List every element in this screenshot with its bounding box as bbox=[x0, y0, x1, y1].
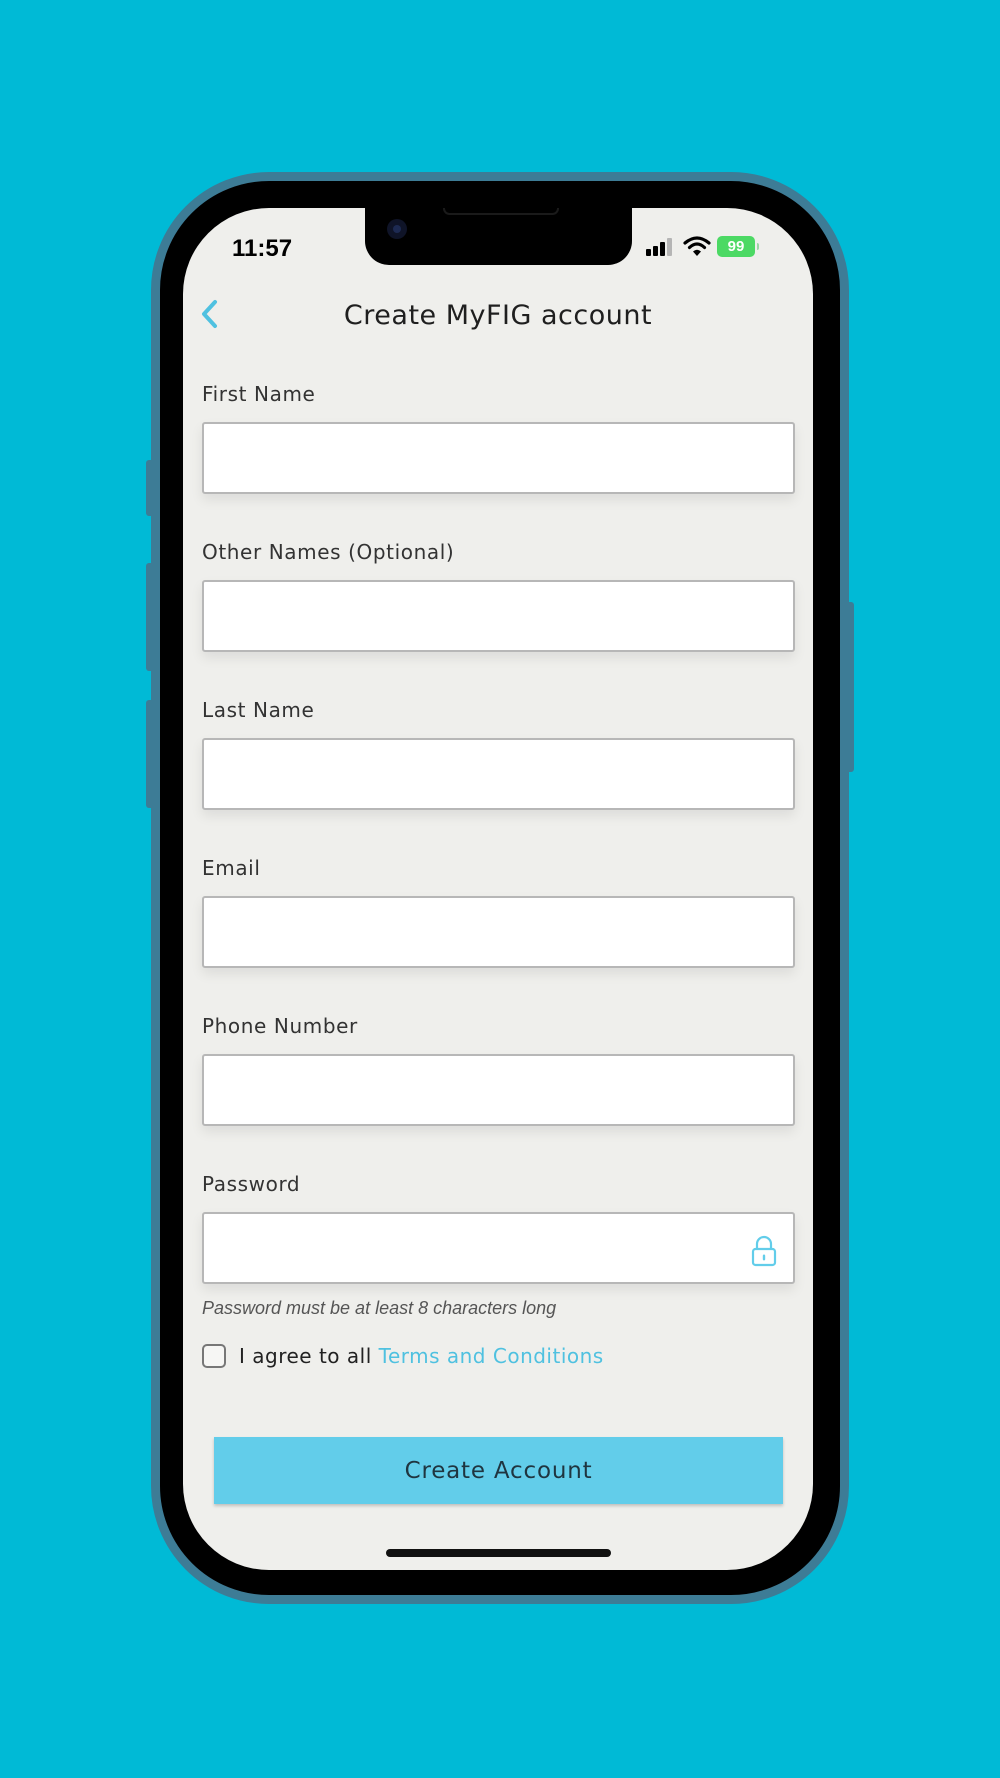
other-names-label: Other Names (Optional) bbox=[202, 540, 455, 564]
first-name-field[interactable] bbox=[202, 422, 795, 494]
phone-number-input[interactable] bbox=[204, 1056, 793, 1124]
home-indicator[interactable] bbox=[386, 1549, 611, 1557]
password-field[interactable] bbox=[202, 1212, 795, 1284]
agree-text: I agree to all Terms and Conditions bbox=[239, 1344, 604, 1368]
status-time: 11:57 bbox=[232, 235, 293, 262]
camera bbox=[387, 219, 407, 239]
terms-link[interactable]: Terms and Conditions bbox=[379, 1344, 604, 1368]
notch bbox=[365, 208, 632, 265]
last-name-input[interactable] bbox=[204, 740, 793, 808]
speaker bbox=[443, 208, 559, 215]
email-field[interactable] bbox=[202, 896, 795, 968]
battery-icon: 99 bbox=[717, 236, 759, 257]
email-label: Email bbox=[202, 856, 261, 880]
email-input[interactable] bbox=[204, 898, 793, 966]
phone-number-label: Phone Number bbox=[202, 1014, 358, 1038]
agree-prefix: I agree to all bbox=[239, 1344, 379, 1368]
other-names-field[interactable] bbox=[202, 580, 795, 652]
phone-number-field[interactable] bbox=[202, 1054, 795, 1126]
password-label: Password bbox=[202, 1172, 301, 1196]
signal-icon bbox=[646, 238, 676, 256]
other-names-input[interactable] bbox=[204, 582, 793, 650]
phone-screen: 11:57 99 Create MyFIG account First Name… bbox=[183, 208, 813, 1570]
first-name-input[interactable] bbox=[204, 424, 793, 492]
last-name-field[interactable] bbox=[202, 738, 795, 810]
create-account-button[interactable]: Create Account bbox=[214, 1437, 783, 1504]
first-name-label: First Name bbox=[202, 382, 316, 406]
page-title: Create MyFIG account bbox=[343, 300, 653, 331]
lock-icon[interactable] bbox=[751, 1235, 777, 1267]
wifi-icon bbox=[683, 236, 711, 256]
password-input[interactable] bbox=[204, 1214, 793, 1282]
terms-checkbox[interactable] bbox=[202, 1344, 226, 1368]
last-name-label: Last Name bbox=[202, 698, 315, 722]
password-hint: Password must be at least 8 characters l… bbox=[202, 1298, 557, 1318]
